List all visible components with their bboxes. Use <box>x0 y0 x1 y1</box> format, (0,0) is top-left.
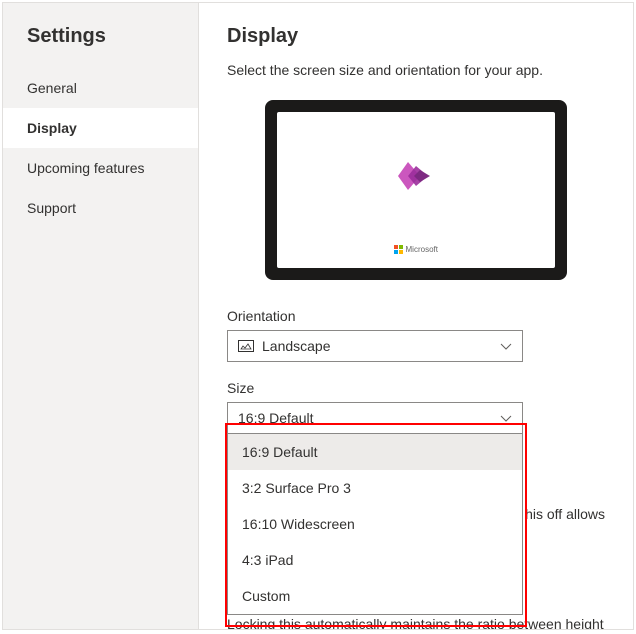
sidebar-item-label: Display <box>27 120 77 136</box>
chevron-down-icon <box>500 338 512 354</box>
size-dropdown-menu: 16:9 Default 3:2 Surface Pro 3 16:10 Wid… <box>227 434 523 615</box>
size-option-4-3[interactable]: 4:3 iPad <box>228 542 522 578</box>
background-text-bottom: Locking this automatically maintains the… <box>227 616 605 629</box>
sidebar-item-upcoming[interactable]: Upcoming features <box>3 148 198 188</box>
settings-window: Settings General Display Upcoming featur… <box>2 2 634 630</box>
orientation-value: Landscape <box>262 338 500 354</box>
size-label: Size <box>227 380 605 396</box>
microsoft-logo: Microsoft <box>394 245 438 254</box>
sidebar-item-display[interactable]: Display <box>3 108 198 148</box>
sidebar-item-support[interactable]: Support <box>3 188 198 228</box>
microsoft-logo-text: Microsoft <box>406 245 438 254</box>
sidebar-item-label: Upcoming features <box>27 160 145 176</box>
size-dropdown[interactable]: 16:9 Default <box>227 402 523 434</box>
orientation-label: Orientation <box>227 308 605 324</box>
size-option-3-2[interactable]: 3:2 Surface Pro 3 <box>228 470 522 506</box>
device-screen: Microsoft <box>277 112 555 268</box>
sidebar-item-label: General <box>27 80 77 96</box>
sidebar: Settings General Display Upcoming featur… <box>3 3 199 629</box>
page-title: Display <box>227 25 605 48</box>
landscape-icon <box>238 340 254 352</box>
page-subtitle: Select the screen size and orientation f… <box>227 62 605 78</box>
sidebar-title: Settings <box>3 25 198 68</box>
powerapps-icon <box>398 158 434 194</box>
orientation-dropdown[interactable]: Landscape <box>227 330 523 362</box>
device-preview: Microsoft <box>265 100 567 280</box>
size-option-custom[interactable]: Custom <box>228 578 522 614</box>
main-panel: Display Select the screen size and orien… <box>199 3 633 629</box>
size-option-16-9[interactable]: 16:9 Default <box>228 434 522 470</box>
size-option-16-10[interactable]: 16:10 Widescreen <box>228 506 522 542</box>
size-value: 16:9 Default <box>238 410 500 426</box>
sidebar-item-label: Support <box>27 200 76 216</box>
chevron-down-icon <box>500 410 512 426</box>
sidebar-item-general[interactable]: General <box>3 68 198 108</box>
